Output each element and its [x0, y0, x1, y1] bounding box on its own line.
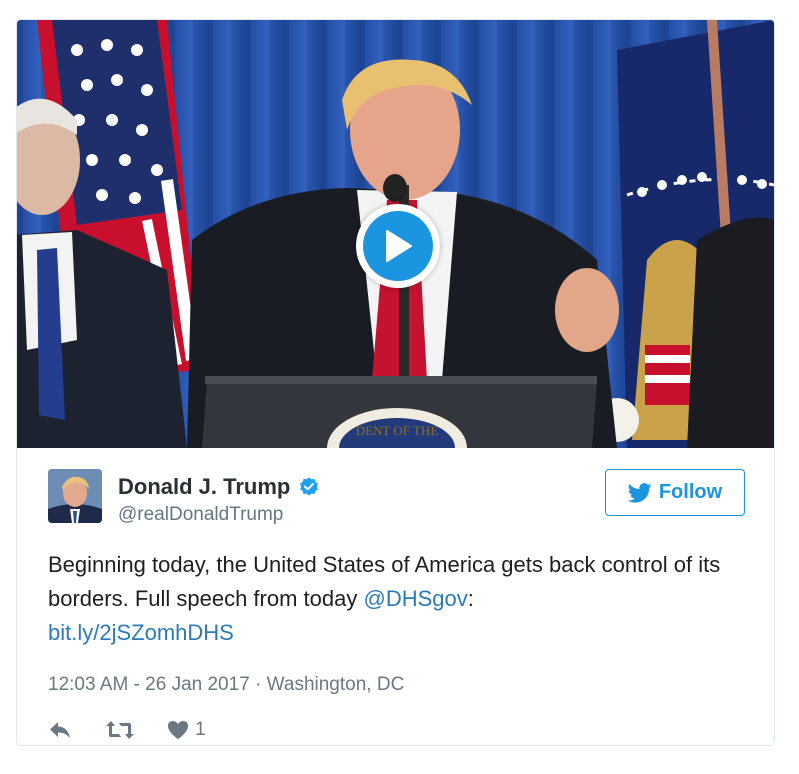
video-thumbnail[interactable]: DENT OF THE [17, 20, 774, 448]
meta-separator: · [249, 674, 267, 695]
embedded-tweet-card: DENT OF THE Donald J. Trump @realDonaldT… [16, 19, 775, 746]
retweet-icon [106, 721, 134, 739]
author-name-row: Donald J. Trump [118, 474, 320, 500]
twitter-bird-icon [627, 482, 652, 503]
author-handle[interactable]: @realDonaldTrump [118, 504, 283, 526]
like-count: 1 [195, 719, 206, 740]
tweet-text: Beginning today, the United States of Am… [48, 548, 748, 650]
tweet-location[interactable]: Washington, DC [267, 674, 405, 695]
shortened-link[interactable]: bit.ly/2jSZomhDHS [48, 620, 234, 645]
author-display-name[interactable]: Donald J. Trump [118, 474, 290, 500]
podium: DENT OF THE [202, 376, 597, 448]
verified-badge-icon [300, 477, 319, 496]
like-button[interactable]: 1 [167, 719, 206, 741]
tweet-actions: 1 [48, 717, 206, 743]
avatar[interactable] [48, 469, 102, 523]
follow-button[interactable]: Follow [605, 469, 745, 516]
play-icon [386, 230, 412, 262]
play-button-inner [363, 211, 433, 281]
avatar-image [48, 469, 102, 523]
seal-text: DENT OF THE [356, 423, 439, 438]
reply-button[interactable] [48, 720, 72, 740]
retweet-button[interactable] [105, 720, 135, 740]
heart-icon [168, 721, 188, 739]
mention-link[interactable]: @DHSgov [363, 586, 467, 611]
tweet-body: Donald J. Trump @realDonaldTrump Follow … [17, 448, 774, 745]
play-button[interactable] [356, 204, 440, 288]
follow-button-label: Follow [658, 481, 723, 503]
tweet-meta: 12:03 AM - 26 Jan 2017 · Washington, DC [48, 674, 404, 696]
tweet-timestamp[interactable]: 12:03 AM - 26 Jan 2017 [48, 674, 250, 695]
reply-icon [50, 722, 70, 738]
tweet-text-punct: : [467, 586, 474, 611]
